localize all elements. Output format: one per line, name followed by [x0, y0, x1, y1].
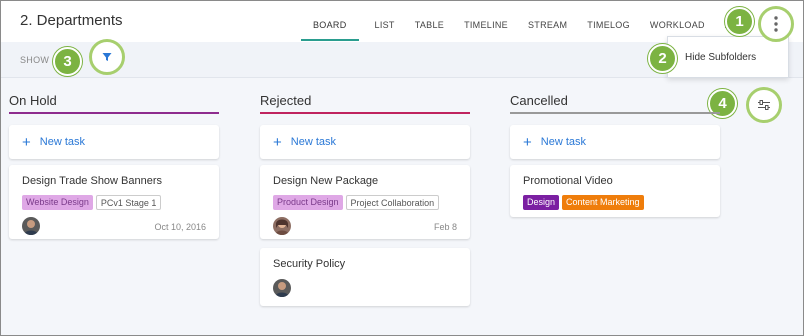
task-card[interactable]: Design Trade Show Banners Website Design… — [9, 165, 219, 239]
sliders-icon — [758, 100, 770, 110]
task-tags: Product Design Project Collaboration — [273, 195, 440, 210]
filter-icon — [102, 53, 112, 61]
show-label: SHOW — [20, 55, 50, 65]
tab-table[interactable]: TABLE — [405, 1, 454, 42]
task-tags: Design Content Marketing — [523, 195, 644, 210]
plus-icon: + — [273, 133, 282, 151]
tag[interactable]: Project Collaboration — [345, 195, 440, 210]
avatar — [273, 279, 291, 297]
task-title: Design New Package — [273, 175, 379, 187]
menu-item-hide-subfolders[interactable]: Hide Subfolders — [685, 52, 756, 63]
column-title: Rejected — [260, 87, 470, 114]
plus-icon: + — [523, 133, 532, 151]
tag[interactable]: Design — [523, 195, 560, 210]
tab-timeline[interactable]: TIMELINE — [454, 1, 518, 42]
task-date: Oct 10, 2016 — [154, 222, 206, 232]
task-tags: Website Design PCv1 Stage 1 — [22, 195, 162, 210]
filter-button[interactable] — [89, 39, 125, 75]
more-options-button[interactable] — [758, 6, 794, 42]
vertical-ellipsis-icon — [774, 16, 778, 32]
avatar — [22, 217, 40, 235]
tab-stream[interactable]: STREAM — [518, 1, 577, 42]
task-card[interactable]: Security Policy — [260, 248, 470, 306]
column-title: Cancelled — [510, 87, 720, 114]
tab-list[interactable]: LIST — [365, 1, 405, 42]
page-title: 2. Departments — [20, 12, 123, 29]
new-task-button[interactable]: + New task — [510, 125, 720, 159]
more-menu-dropdown: Hide Subfolders — [667, 36, 789, 78]
column-on-hold: On Hold + New task Design Trade Show Ban… — [9, 87, 219, 239]
callout-badge-3: 3 — [53, 47, 82, 76]
new-task-button[interactable]: + New task — [9, 125, 219, 159]
task-title: Promotional Video — [523, 175, 613, 187]
app-frame: 2. Departments BOARD LIST TABLE TIMELINE… — [0, 0, 804, 336]
column-title: On Hold — [9, 87, 219, 114]
callout-badge-1: 1 — [725, 7, 754, 36]
task-date: Feb 8 — [433, 222, 457, 232]
tab-timelog[interactable]: TIMELOG — [577, 1, 640, 42]
column-rejected: Rejected + New task Design New Package P… — [260, 87, 470, 306]
tag[interactable]: PCv1 Stage 1 — [95, 195, 162, 210]
avatar — [273, 217, 291, 235]
new-task-label: New task — [39, 136, 86, 148]
task-card[interactable]: Promotional Video Design Content Marketi… — [510, 165, 720, 217]
tab-board[interactable]: BOARD — [301, 1, 359, 41]
task-card[interactable]: Design New Package Product Design Projec… — [260, 165, 470, 239]
callout-badge-2: 2 — [648, 44, 677, 73]
board-settings-button[interactable] — [746, 87, 782, 123]
tag[interactable]: Product Design — [273, 195, 343, 210]
task-title: Design Trade Show Banners — [22, 175, 163, 187]
new-task-button[interactable]: + New task — [260, 125, 470, 159]
plus-icon: + — [22, 133, 31, 151]
task-title: Security Policy — [273, 258, 346, 270]
new-task-label: New task — [540, 136, 587, 148]
column-cancelled: Cancelled + New task Promotional Video D… — [510, 87, 720, 217]
tag[interactable]: Content Marketing — [562, 195, 644, 210]
new-task-label: New task — [290, 136, 337, 148]
tag[interactable]: Website Design — [22, 195, 93, 210]
